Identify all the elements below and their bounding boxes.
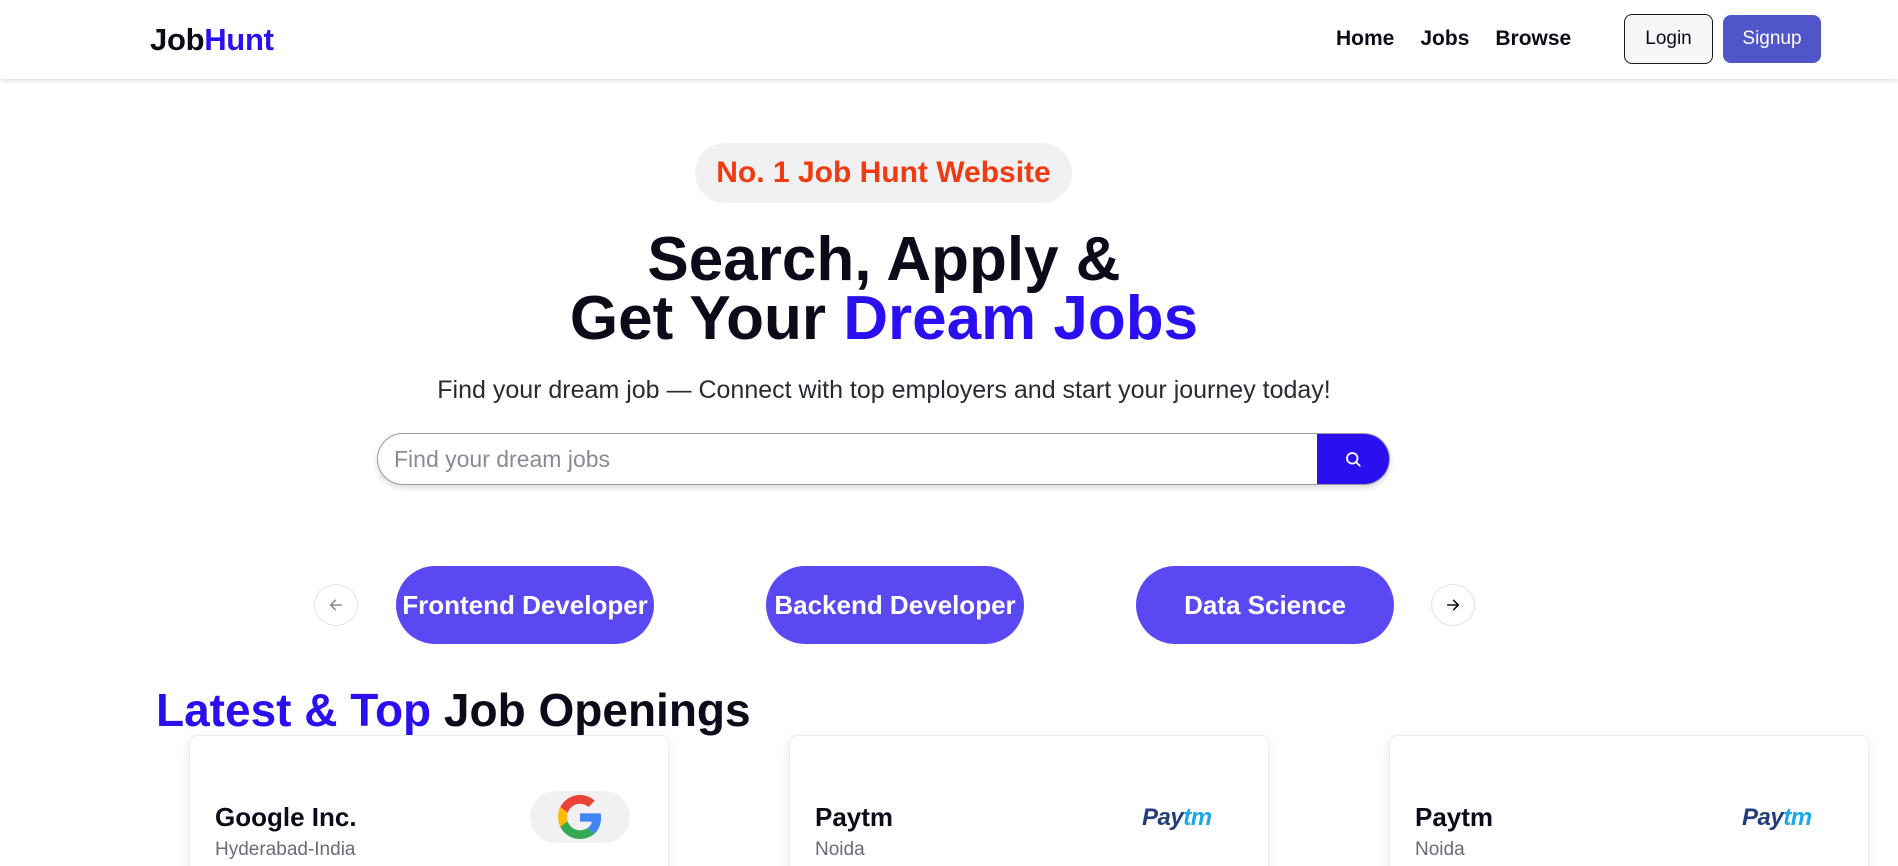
job-location: Noida <box>1415 839 1465 860</box>
nav-browse[interactable]: Browse <box>1495 27 1571 51</box>
category-frontend-developer[interactable]: Frontend Developer <box>396 566 654 644</box>
job-location: Noida <box>815 839 865 860</box>
latest-jobs-title: Latest & Top Job Openings <box>156 683 751 737</box>
job-card[interactable]: Paytm Noida Paytm <box>789 735 1269 866</box>
login-button[interactable]: Login <box>1624 14 1713 64</box>
hero-headline-line1: Search, Apply & <box>647 225 1121 294</box>
search-bar <box>377 433 1390 485</box>
latest-jobs-title-accent: Latest & Top <box>156 684 432 736</box>
job-card[interactable]: Paytm Noida Paytm <box>1389 735 1869 866</box>
category-backend-developer[interactable]: Backend Developer <box>766 566 1024 644</box>
latest-jobs-title-rest: Job Openings <box>431 684 751 736</box>
signup-button[interactable]: Signup <box>1723 15 1821 63</box>
nav-links: Home Jobs Browse <box>1336 27 1571 51</box>
arrow-left-icon <box>329 599 343 611</box>
hero-subtitle: Find your dream job — Connect with top e… <box>437 376 1331 404</box>
hero-headline-prefix: Get Your <box>569 284 844 353</box>
search-button[interactable] <box>1317 434 1389 484</box>
hero-headline-accent: Dream Jobs <box>843 284 1199 353</box>
arrow-right-icon <box>1446 599 1460 611</box>
carousel-next-button[interactable] <box>1431 584 1475 626</box>
navbar: JobHunt Home Jobs Browse Login Signup <box>0 0 1898 79</box>
search-input[interactable] <box>378 434 1318 484</box>
search-icon <box>1346 452 1361 467</box>
google-logo-icon <box>558 795 602 839</box>
paytm-logo-icon: Paytm <box>1742 804 1812 831</box>
category-data-science[interactable]: Data Science <box>1136 566 1394 644</box>
job-company: Paytm <box>1415 802 1494 832</box>
job-company: Paytm <box>815 802 894 832</box>
logo[interactable]: JobHunt <box>150 22 274 58</box>
job-company: Google Inc. <box>215 802 357 832</box>
company-logo-badge <box>530 791 630 843</box>
hero-headline-line2: Get Your Dream Jobs <box>0 288 1768 350</box>
job-card[interactable]: Google Inc. Hyderabad-India <box>189 735 669 866</box>
nav-jobs[interactable]: Jobs <box>1420 27 1469 51</box>
paytm-logo-icon: Paytm <box>1142 804 1212 831</box>
nav-home[interactable]: Home <box>1336 27 1394 51</box>
logo-part-hunt: Hunt <box>204 22 274 57</box>
logo-part-job: Job <box>150 22 205 57</box>
hero-badge: No. 1 Job Hunt Website <box>695 143 1072 203</box>
job-location: Hyderabad-India <box>215 839 356 860</box>
carousel-prev-button[interactable] <box>314 584 358 626</box>
